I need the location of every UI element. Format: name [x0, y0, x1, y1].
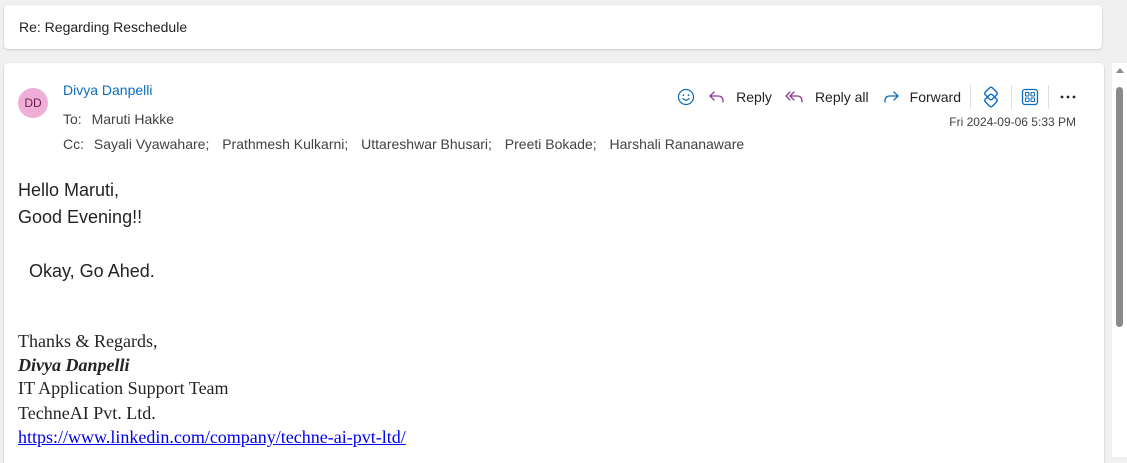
email-subject: Re: Regarding Reschedule [19, 19, 188, 35]
to-label: To: [63, 111, 82, 127]
subject-bar: Re: Regarding Reschedule [4, 5, 1102, 49]
cc-separator: ; [592, 136, 597, 152]
cc-recipient[interactable]: Sayali Vyawahare [94, 136, 206, 152]
cc-separator: ; [205, 136, 210, 152]
toolbar-divider [970, 85, 971, 109]
apps-button[interactable] [1015, 82, 1045, 112]
loop-icon [980, 86, 1002, 108]
more-horizontal-icon [1058, 88, 1078, 106]
scroll-up-arrow-icon[interactable] [1116, 68, 1124, 73]
body-greeting-line2: Good Evening!! [18, 207, 143, 227]
signature-team: IT Application Support Team [18, 378, 229, 398]
to-recipient[interactable]: Maruti Hakke [92, 111, 174, 127]
body-greeting: Hello Maruti, [18, 180, 120, 200]
forward-button[interactable]: Forward [875, 82, 967, 112]
signature-linkedin-link[interactable]: https://www.linkedin.com/company/techne-… [18, 427, 406, 448]
reply-label: Reply [736, 89, 772, 105]
forward-label: Forward [909, 89, 961, 105]
reply-button[interactable]: Reply [701, 82, 778, 112]
cc-separator: ; [344, 136, 349, 152]
cc-recipient[interactable]: Prathmesh Kulkarni [222, 136, 344, 152]
smiley-icon [677, 88, 695, 106]
sender-name[interactable]: Divya Danpelli [63, 82, 152, 98]
sender-avatar[interactable]: DD [18, 88, 48, 118]
loop-component-button[interactable] [974, 82, 1008, 112]
body-message: Okay, Go Ahed. [29, 261, 155, 281]
forward-arrow-icon [881, 88, 901, 106]
cc-line: Cc: Sayali Vyawahare; Prathmesh Kulkarni… [63, 136, 744, 152]
toolbar-divider [1011, 85, 1012, 109]
signature-name: Divya Danpelli [18, 355, 130, 375]
apps-grid-icon [1021, 88, 1039, 106]
reply-arrow-icon [707, 88, 727, 106]
scrollbar-thumb[interactable] [1116, 87, 1123, 327]
to-line: To: Maruti Hakke [63, 111, 174, 127]
toolbar-divider [1048, 85, 1049, 109]
message-pane: DD Divya Danpelli To: Maruti Hakke Cc: S… [4, 63, 1104, 463]
cc-recipient[interactable]: Uttareshwar Bhusari [361, 136, 488, 152]
vertical-scrollbar[interactable] [1112, 63, 1127, 457]
emoji-reaction-button[interactable] [671, 82, 701, 112]
reply-all-label: Reply all [814, 89, 869, 105]
message-actions-toolbar: Reply Reply all Forward [671, 82, 1084, 112]
message-timestamp: Fri 2024-09-06 5:33 PM [949, 115, 1076, 129]
cc-label: Cc: [63, 136, 84, 152]
reply-all-arrow-icon [784, 88, 806, 106]
cc-recipient[interactable]: Preeti Bokade [505, 136, 593, 152]
cc-separator: ; [488, 136, 492, 152]
reply-all-button[interactable]: Reply all [778, 82, 875, 112]
more-actions-button[interactable] [1052, 82, 1084, 112]
cc-recipient[interactable]: Harshali Rananaware [610, 136, 745, 152]
signature-closing: Thanks & Regards, [18, 331, 158, 351]
signature-company: TechneAI Pvt. Ltd. [18, 403, 156, 423]
